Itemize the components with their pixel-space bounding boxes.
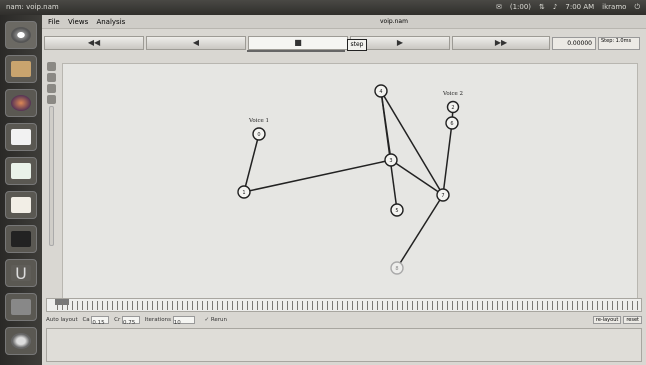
relayout-button[interactable]: re-layout	[592, 316, 622, 324]
window-title: nam: voip.nam	[6, 3, 59, 11]
launcher: U	[0, 15, 42, 365]
ubuntu-one-icon[interactable]: U	[5, 259, 37, 287]
node-1[interactable]: 1	[237, 185, 251, 199]
topology-graph: Voice 1 Voice 2 0 1 2 3 4 5 6 7 8	[237, 84, 463, 275]
node-3-id: 3	[389, 158, 392, 164]
pan-icon[interactable]	[46, 84, 56, 93]
settings-icon[interactable]	[5, 293, 37, 321]
battery-status[interactable]: (1:00)	[510, 0, 531, 15]
node-2[interactable]: 2	[446, 100, 460, 114]
node-4[interactable]: 4	[374, 84, 388, 98]
menu-analysis[interactable]: Analysis	[96, 18, 125, 26]
node-0-id: 0	[257, 132, 260, 138]
link-6-7	[442, 122, 453, 196]
network-icon[interactable]: ⇅	[539, 0, 545, 15]
step-back-button[interactable]: ◀	[146, 36, 246, 50]
node-1-id: 1	[242, 190, 245, 196]
zoom-in-icon[interactable]	[46, 62, 56, 71]
node-6-id: 6	[450, 121, 453, 127]
clock[interactable]: 7:00 AM	[565, 0, 594, 15]
edit-icon[interactable]	[46, 95, 56, 104]
layout-bar: Auto layout Ca 0.15 Cr 0.75 Iterations 1…	[42, 314, 646, 326]
node-5[interactable]: 5	[390, 203, 404, 217]
menu-file[interactable]: File	[48, 18, 60, 26]
step-speed-slider[interactable]: Step: 1.0ms	[598, 37, 640, 50]
network-canvas[interactable]: Voice 1 Voice 2 0 1 2 3 4 5 6 7 8	[62, 63, 638, 301]
nam-window: File Views Analysis voip.nam ◀◀ ◀ ■ ▶ ▶▶…	[42, 15, 646, 365]
iterations-label: Iterations	[144, 317, 171, 323]
user-menu[interactable]: ikramo	[602, 0, 626, 15]
window-heading: voip.nam	[380, 18, 408, 25]
firefox-icon[interactable]	[5, 89, 37, 117]
node-7[interactable]: 7	[436, 188, 450, 202]
vertical-zoom-slider[interactable]	[48, 106, 54, 246]
link-3-7	[390, 159, 444, 196]
cr-input[interactable]: 0.75	[122, 315, 141, 326]
link-4-5	[380, 90, 398, 211]
menu-bar: File Views Analysis voip.nam	[42, 15, 646, 29]
terminal-icon[interactable]	[5, 225, 37, 253]
impress-icon[interactable]	[5, 191, 37, 219]
system-top-bar: nam: voip.nam ✉ (1:00) ⇅ ♪ 7:00 AM ikram…	[0, 0, 646, 15]
timeline-ticks	[57, 301, 639, 310]
rerun-label: Rerun	[210, 317, 228, 323]
dash-icon[interactable]	[5, 21, 37, 49]
layout-buttons: re-layout reset	[592, 316, 642, 324]
fast-forward-button[interactable]: ▶▶	[452, 36, 550, 50]
annotation-panel	[46, 328, 642, 362]
node-5-id: 5	[395, 208, 398, 214]
node-7-id: 7	[441, 193, 444, 199]
power-icon[interactable]: ⏻	[634, 0, 640, 15]
side-tools	[44, 60, 58, 250]
step-speed-label: Step: 1.0ms	[601, 38, 632, 44]
zoom-out-icon[interactable]	[46, 73, 56, 82]
node-3[interactable]: 3	[384, 153, 398, 167]
node-8-id: 8	[395, 266, 398, 272]
step-badge: step	[347, 39, 367, 51]
volume-icon[interactable]: ♪	[553, 0, 557, 15]
calc-icon[interactable]	[5, 157, 37, 185]
iterations-input[interactable]: 10	[172, 315, 195, 326]
workspace-icon[interactable]	[5, 327, 37, 355]
ca-label: Ca	[82, 317, 90, 323]
link-1-3	[243, 159, 392, 193]
node-0[interactable]: 0	[252, 127, 266, 141]
writer-icon[interactable]	[5, 123, 37, 151]
node-4-id: 4	[379, 89, 382, 95]
rewind-button[interactable]: ◀◀	[44, 36, 144, 50]
system-tray: ✉ (1:00) ⇅ ♪ 7:00 AM ikramo ⏻	[496, 0, 640, 15]
link-0-1	[243, 133, 260, 193]
progress-slider[interactable]	[247, 50, 345, 52]
link-4-7	[380, 90, 444, 196]
link-7-8	[396, 194, 444, 269]
timeline-slider[interactable]	[46, 298, 642, 312]
cr-label: Cr	[114, 317, 121, 323]
rerun-checkbox[interactable]: ✓	[204, 317, 209, 323]
node-0-label: Voice 1	[248, 118, 269, 124]
node-2-id: 2	[451, 105, 454, 111]
stop-button[interactable]: ■	[248, 36, 348, 50]
auto-layout-label: Auto layout	[46, 317, 78, 323]
node-8[interactable]: 8	[390, 261, 404, 275]
time-display: 0.00000	[552, 37, 596, 50]
menu-views[interactable]: Views	[68, 18, 88, 26]
node-2-label: Voice 2	[442, 91, 463, 97]
mail-icon[interactable]: ✉	[496, 0, 502, 15]
files-icon[interactable]	[5, 55, 37, 83]
node-6[interactable]: 6	[445, 116, 459, 130]
ca-input[interactable]: 0.15	[91, 315, 110, 326]
reset-button[interactable]: reset	[623, 316, 642, 324]
playback-toolbar: ◀◀ ◀ ■ ▶ ▶▶ step 0.00000 Step: 1.0ms	[42, 31, 646, 55]
